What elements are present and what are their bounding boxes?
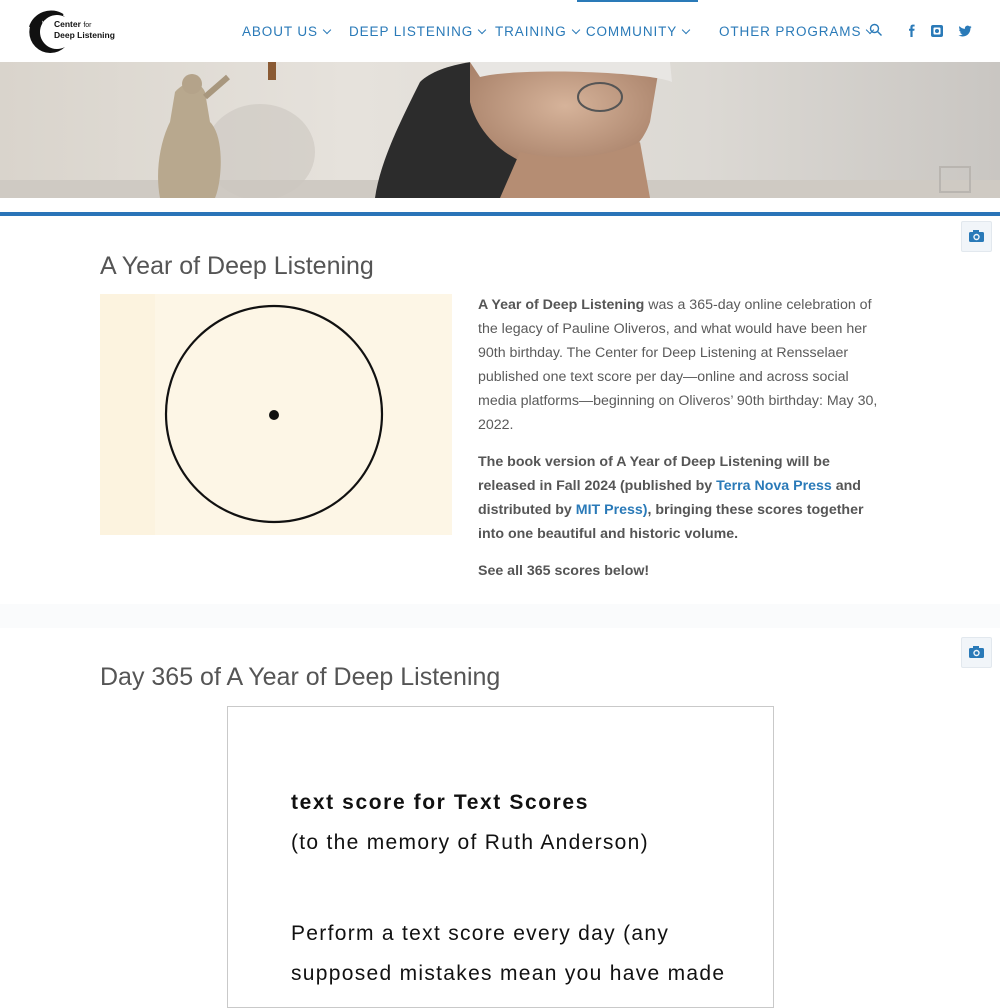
intro-text: A Year of Deep Listening was a 365-day o… (478, 293, 888, 596)
see-all-paragraph: See all 365 scores below! (478, 559, 888, 583)
nav-item-about-us[interactable]: ABOUT US (242, 0, 332, 62)
chevron-down-icon (322, 25, 332, 35)
mit-press-link[interactable]: MIT Press) (576, 502, 648, 518)
score-line: Perform a text score every day (any (291, 922, 670, 945)
nav-item-community[interactable]: COMMUNITY (577, 0, 698, 62)
text-score-card: text score for Text Scores (to the memor… (227, 706, 774, 1008)
hero-divider (0, 212, 1000, 216)
section-separator (0, 604, 1000, 628)
logo-text-the: the (42, 21, 51, 27)
chevron-down-icon (477, 25, 487, 35)
hero-banner-image (0, 62, 1000, 198)
section-title: A Year of Deep Listening (100, 252, 374, 280)
camera-icon[interactable] (961, 221, 992, 252)
score-title: text score for Text Scores (291, 791, 589, 814)
intro-body: was a 365-day online celebration of the … (478, 297, 878, 433)
site-logo[interactable]: the Center for Deep Listening (25, 9, 120, 55)
intro-paragraph: A Year of Deep Listening was a 365-day o… (478, 293, 888, 437)
search-icon[interactable] (869, 23, 883, 37)
circle-score-image (100, 294, 452, 535)
hero-photo (0, 62, 1000, 198)
instagram-icon[interactable] (930, 24, 944, 38)
twitter-icon[interactable] (958, 24, 972, 38)
camera-icon[interactable] (961, 637, 992, 668)
score-line: supposed mistakes mean you have made (291, 962, 726, 985)
nav-item-deep-listening[interactable]: DEEP LISTENING (349, 0, 487, 62)
chevron-down-icon (681, 25, 691, 35)
nav-item-training[interactable]: TRAINING (495, 0, 580, 62)
terra-nova-press-link[interactable]: Terra Nova Press (716, 478, 832, 494)
day-title: Day 365 of A Year of Deep Listening (100, 663, 501, 691)
see-all-text: See all 365 scores below! (478, 563, 650, 579)
logo-text-line1: Center for (54, 19, 92, 29)
facebook-icon[interactable] (905, 24, 919, 38)
book-paragraph: The book version of A Year of Deep Liste… (478, 450, 888, 546)
site-header: the Center for Deep Listening ABOUT US D… (0, 0, 1000, 62)
logo-text-line2: Deep Listening (54, 30, 115, 40)
intro-bold-title: A Year of Deep Listening (478, 297, 645, 313)
score-subtitle: (to the memory of Ruth Anderson) (291, 831, 649, 854)
nav-item-other-programs[interactable]: OTHER PROGRAMS (719, 0, 875, 62)
